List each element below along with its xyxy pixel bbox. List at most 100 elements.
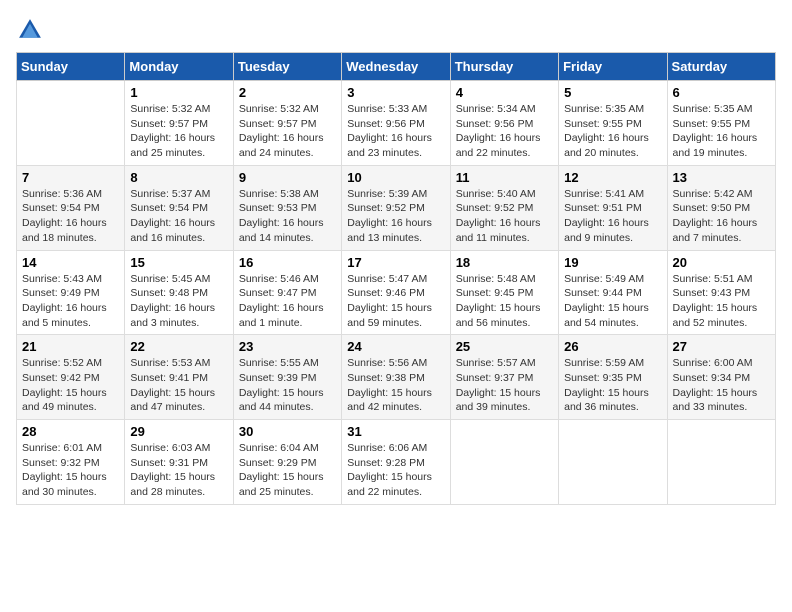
calendar-day-cell: 30 Sunrise: 6:04 AM Sunset: 9:29 PM Dayli… [233, 420, 341, 505]
calendar-week-row: 7 Sunrise: 5:36 AM Sunset: 9:54 PM Daylig… [17, 165, 776, 250]
day-number: 15 [130, 255, 227, 270]
day-number: 11 [456, 170, 553, 185]
day-info: Sunrise: 6:01 AM Sunset: 9:32 PM Dayligh… [22, 441, 119, 500]
calendar-day-cell: 27 Sunrise: 6:00 AM Sunset: 9:34 PM Dayli… [667, 335, 775, 420]
calendar-day-cell: 5 Sunrise: 5:35 AM Sunset: 9:55 PM Daylig… [559, 81, 667, 166]
day-number: 27 [673, 339, 770, 354]
calendar-day-cell: 24 Sunrise: 5:56 AM Sunset: 9:38 PM Dayli… [342, 335, 450, 420]
day-number: 30 [239, 424, 336, 439]
day-info: Sunrise: 5:41 AM Sunset: 9:51 PM Dayligh… [564, 187, 661, 246]
day-of-week-header: Friday [559, 53, 667, 81]
day-info: Sunrise: 5:42 AM Sunset: 9:50 PM Dayligh… [673, 187, 770, 246]
day-number: 1 [130, 85, 227, 100]
day-of-week-header: Saturday [667, 53, 775, 81]
calendar-day-cell: 23 Sunrise: 5:55 AM Sunset: 9:39 PM Dayli… [233, 335, 341, 420]
day-info: Sunrise: 5:57 AM Sunset: 9:37 PM Dayligh… [456, 356, 553, 415]
day-number: 12 [564, 170, 661, 185]
day-number: 8 [130, 170, 227, 185]
calendar-day-cell: 11 Sunrise: 5:40 AM Sunset: 9:52 PM Dayli… [450, 165, 558, 250]
calendar-day-cell: 22 Sunrise: 5:53 AM Sunset: 9:41 PM Dayli… [125, 335, 233, 420]
header [16, 16, 776, 44]
day-number: 9 [239, 170, 336, 185]
calendar-day-cell: 26 Sunrise: 5:59 AM Sunset: 9:35 PM Dayli… [559, 335, 667, 420]
calendar-table: SundayMondayTuesdayWednesdayThursdayFrid… [16, 52, 776, 505]
day-info: Sunrise: 5:35 AM Sunset: 9:55 PM Dayligh… [673, 102, 770, 161]
calendar-day-cell: 25 Sunrise: 5:57 AM Sunset: 9:37 PM Dayli… [450, 335, 558, 420]
day-info: Sunrise: 5:32 AM Sunset: 9:57 PM Dayligh… [130, 102, 227, 161]
day-of-week-header: Thursday [450, 53, 558, 81]
day-number: 7 [22, 170, 119, 185]
day-number: 17 [347, 255, 444, 270]
day-number: 6 [673, 85, 770, 100]
day-info: Sunrise: 5:49 AM Sunset: 9:44 PM Dayligh… [564, 272, 661, 331]
day-info: Sunrise: 6:03 AM Sunset: 9:31 PM Dayligh… [130, 441, 227, 500]
day-info: Sunrise: 5:34 AM Sunset: 9:56 PM Dayligh… [456, 102, 553, 161]
day-info: Sunrise: 5:53 AM Sunset: 9:41 PM Dayligh… [130, 356, 227, 415]
day-info: Sunrise: 5:35 AM Sunset: 9:55 PM Dayligh… [564, 102, 661, 161]
calendar-day-cell: 8 Sunrise: 5:37 AM Sunset: 9:54 PM Daylig… [125, 165, 233, 250]
calendar-day-cell [667, 420, 775, 505]
day-info: Sunrise: 5:52 AM Sunset: 9:42 PM Dayligh… [22, 356, 119, 415]
day-number: 25 [456, 339, 553, 354]
day-number: 4 [456, 85, 553, 100]
day-number: 29 [130, 424, 227, 439]
day-info: Sunrise: 6:06 AM Sunset: 9:28 PM Dayligh… [347, 441, 444, 500]
day-info: Sunrise: 5:59 AM Sunset: 9:35 PM Dayligh… [564, 356, 661, 415]
calendar-day-cell: 18Sunrise: 5:48 AM Sunset: 9:45 PM Dayli… [450, 250, 558, 335]
day-number: 18 [456, 255, 553, 270]
calendar-week-row: 21Sunrise: 5:52 AM Sunset: 9:42 PM Dayli… [17, 335, 776, 420]
day-info: Sunrise: 5:55 AM Sunset: 9:39 PM Dayligh… [239, 356, 336, 415]
day-number: 24 [347, 339, 444, 354]
calendar-week-row: 28 Sunrise: 6:01 AM Sunset: 9:32 PM Dayli… [17, 420, 776, 505]
day-info: Sunrise: 6:04 AM Sunset: 9:29 PM Dayligh… [239, 441, 336, 500]
day-number: 3 [347, 85, 444, 100]
day-info: Sunrise: 5:51 AM Sunset: 9:43 PM Dayligh… [673, 272, 770, 331]
day-of-week-header: Sunday [17, 53, 125, 81]
day-info: Sunrise: 5:36 AM Sunset: 9:54 PM Dayligh… [22, 187, 119, 246]
day-number: 16 [239, 255, 336, 270]
calendar-day-cell: 6 Sunrise: 5:35 AM Sunset: 9:55 PM Daylig… [667, 81, 775, 166]
day-number: 31 [347, 424, 444, 439]
day-info: Sunrise: 5:37 AM Sunset: 9:54 PM Dayligh… [130, 187, 227, 246]
calendar-day-cell: 9 Sunrise: 5:38 AM Sunset: 9:53 PM Daylig… [233, 165, 341, 250]
day-number: 20 [673, 255, 770, 270]
calendar-day-cell [17, 81, 125, 166]
day-info: Sunrise: 5:56 AM Sunset: 9:38 PM Dayligh… [347, 356, 444, 415]
day-number: 13 [673, 170, 770, 185]
day-number: 22 [130, 339, 227, 354]
calendar-day-cell: 4 Sunrise: 5:34 AM Sunset: 9:56 PM Daylig… [450, 81, 558, 166]
day-info: Sunrise: 5:46 AM Sunset: 9:47 PM Dayligh… [239, 272, 336, 331]
calendar-day-cell: 31 Sunrise: 6:06 AM Sunset: 9:28 PM Dayli… [342, 420, 450, 505]
day-number: 23 [239, 339, 336, 354]
day-number: 26 [564, 339, 661, 354]
day-of-week-header: Monday [125, 53, 233, 81]
day-number: 14 [22, 255, 119, 270]
calendar-day-cell: 13 Sunrise: 5:42 AM Sunset: 9:50 PM Dayli… [667, 165, 775, 250]
day-info: Sunrise: 5:38 AM Sunset: 9:53 PM Dayligh… [239, 187, 336, 246]
calendar-week-row: 14 Sunrise: 5:43 AM Sunset: 9:49 PM Dayli… [17, 250, 776, 335]
calendar-day-cell: 1 Sunrise: 5:32 AM Sunset: 9:57 PM Daylig… [125, 81, 233, 166]
day-info: Sunrise: 5:40 AM Sunset: 9:52 PM Dayligh… [456, 187, 553, 246]
day-info: Sunrise: 5:32 AM Sunset: 9:57 PM Dayligh… [239, 102, 336, 161]
calendar-day-cell: 29 Sunrise: 6:03 AM Sunset: 9:31 PM Dayli… [125, 420, 233, 505]
calendar-day-cell: 28 Sunrise: 6:01 AM Sunset: 9:32 PM Dayli… [17, 420, 125, 505]
calendar-day-cell: 3 Sunrise: 5:33 AM Sunset: 9:56 PM Daylig… [342, 81, 450, 166]
day-number: 28 [22, 424, 119, 439]
day-of-week-header: Wednesday [342, 53, 450, 81]
calendar-day-cell: 2Sunrise: 5:32 AM Sunset: 9:57 PM Daylig… [233, 81, 341, 166]
day-info: Sunrise: 5:39 AM Sunset: 9:52 PM Dayligh… [347, 187, 444, 246]
calendar-day-cell: 12 Sunrise: 5:41 AM Sunset: 9:51 PM Dayli… [559, 165, 667, 250]
day-info: Sunrise: 5:33 AM Sunset: 9:56 PM Dayligh… [347, 102, 444, 161]
calendar-day-cell: 19 Sunrise: 5:49 AM Sunset: 9:44 PM Dayli… [559, 250, 667, 335]
logo [16, 16, 48, 44]
day-info: Sunrise: 5:43 AM Sunset: 9:49 PM Dayligh… [22, 272, 119, 331]
calendar-day-cell: 21Sunrise: 5:52 AM Sunset: 9:42 PM Dayli… [17, 335, 125, 420]
day-info: Sunrise: 6:00 AM Sunset: 9:34 PM Dayligh… [673, 356, 770, 415]
calendar-day-cell: 16 Sunrise: 5:46 AM Sunset: 9:47 PM Dayli… [233, 250, 341, 335]
calendar-header-row: SundayMondayTuesdayWednesdayThursdayFrid… [17, 53, 776, 81]
day-of-week-header: Tuesday [233, 53, 341, 81]
calendar-week-row: 1 Sunrise: 5:32 AM Sunset: 9:57 PM Daylig… [17, 81, 776, 166]
day-number: 5 [564, 85, 661, 100]
day-number: 19 [564, 255, 661, 270]
calendar-day-cell: 10Sunrise: 5:39 AM Sunset: 9:52 PM Dayli… [342, 165, 450, 250]
